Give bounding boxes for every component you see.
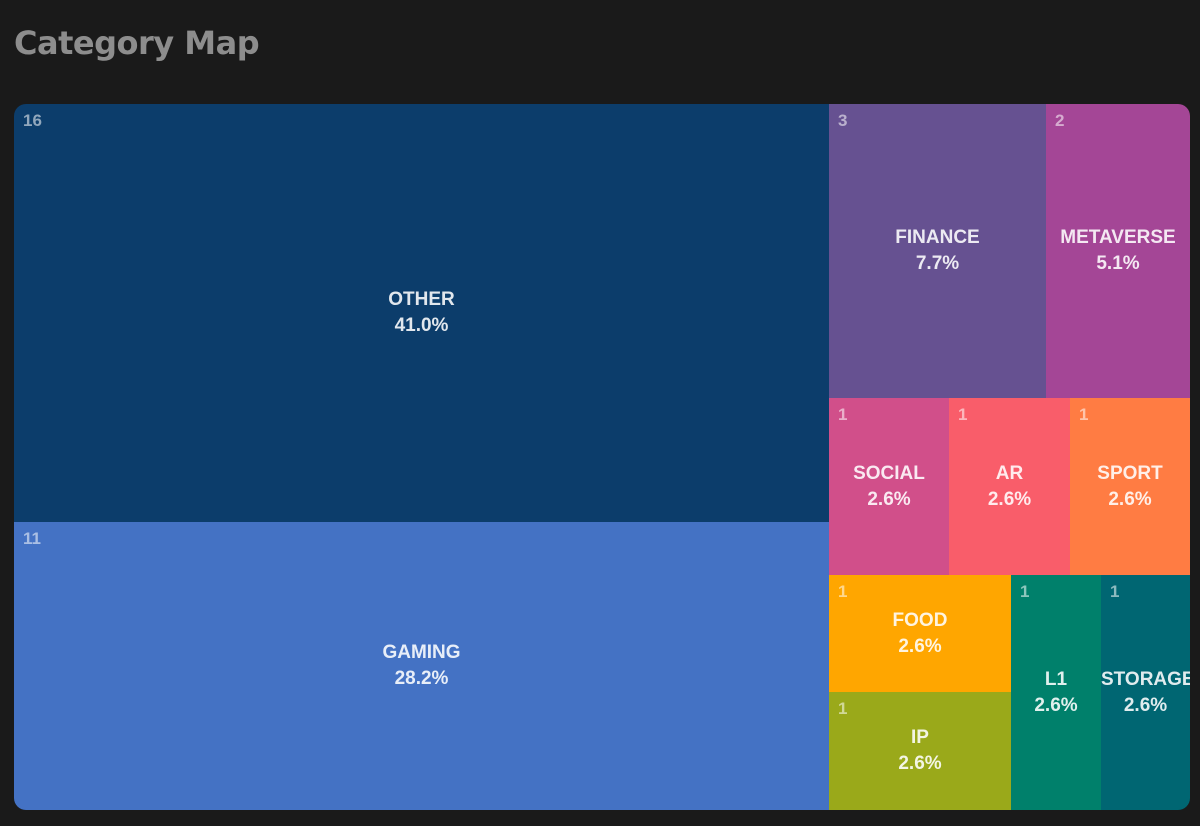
treemap-cell-storage[interactable]: 1 STORAGE 2.6%	[1101, 575, 1190, 810]
cell-count: 3	[838, 111, 848, 130]
treemap-cell-finance[interactable]: 3 FINANCE 7.7%	[829, 104, 1046, 398]
cell-percent: 28.2%	[394, 668, 449, 689]
treemap-cell-ip[interactable]: 1 IP 2.6%	[829, 692, 1011, 810]
cell-name: GAMING	[382, 642, 461, 663]
cell-name: IP	[911, 727, 929, 748]
cell-count: 1	[1020, 582, 1030, 601]
cell-percent: 2.6%	[898, 635, 942, 657]
cell-label: STORAGE 2.6%	[1101, 667, 1190, 719]
cell-label: AR 2.6%	[949, 461, 1070, 513]
cell-count: 1	[958, 405, 968, 424]
cell-count: 11	[23, 529, 41, 548]
cell-name: FOOD	[892, 609, 948, 631]
treemap-cell-other[interactable]: 16 OTHER 41.0%	[14, 104, 829, 522]
treemap-cell-social[interactable]: 1 SOCIAL 2.6%	[829, 398, 949, 575]
treemap-cell-metaverse[interactable]: 2 METAVERSE 5.1%	[1046, 104, 1190, 398]
cell-count: 16	[23, 111, 42, 130]
cell-name: METAVERSE	[1060, 227, 1176, 248]
cell-count: 1	[1110, 582, 1120, 601]
cell-percent: 5.1%	[1096, 253, 1140, 274]
cell-count: 1	[838, 699, 848, 718]
cell-percent: 2.6%	[1123, 694, 1168, 716]
cell-percent: 2.6%	[987, 488, 1032, 510]
page-title: Category Map	[14, 24, 260, 62]
cell-name: STORAGE	[1101, 668, 1190, 690]
cell-label: OTHER 41.0%	[14, 287, 829, 339]
cell-label: FOOD 2.6%	[829, 608, 1011, 660]
cell-percent: 2.6%	[1034, 694, 1078, 716]
cell-name: SPORT	[1097, 462, 1163, 484]
cell-percent: 2.6%	[1108, 488, 1152, 510]
cell-percent: 41.0%	[394, 315, 449, 336]
cell-name: L1	[1044, 668, 1068, 690]
cell-label: GAMING 28.2%	[14, 640, 829, 692]
cell-count: 1	[838, 405, 848, 424]
cell-percent: 2.6%	[898, 753, 942, 774]
cell-label: METAVERSE 5.1%	[1046, 225, 1190, 277]
treemap-cell-food[interactable]: 1 FOOD 2.6%	[829, 575, 1011, 692]
cell-count: 1	[838, 582, 848, 601]
treemap: 16 OTHER 41.0% 11 GAMING 28.2% 3 FINANCE 7.7% 2 ME…	[14, 104, 1190, 810]
treemap-cell-gaming[interactable]: 11 GAMING 28.2%	[14, 522, 829, 810]
cell-count: 1	[1079, 405, 1089, 424]
cell-name: AR	[995, 462, 1024, 484]
treemap-cell-sport[interactable]: 1 SPORT 2.6%	[1070, 398, 1190, 575]
cell-label: SOCIAL 2.6%	[829, 461, 949, 513]
cell-percent: 7.7%	[915, 253, 960, 274]
cell-name: SOCIAL	[853, 462, 925, 484]
cell-percent: 2.6%	[867, 488, 911, 510]
treemap-cell-ar[interactable]: 1 AR 2.6%	[949, 398, 1070, 575]
cell-label: FINANCE 7.7%	[829, 225, 1046, 277]
cell-name: FINANCE	[895, 227, 980, 248]
cell-label: IP 2.6%	[829, 725, 1011, 777]
cell-label: L1 2.6%	[1011, 667, 1101, 719]
cell-count: 2	[1055, 111, 1065, 130]
cell-label: SPORT 2.6%	[1070, 461, 1190, 513]
treemap-cell-l1[interactable]: 1 L1 2.6%	[1011, 575, 1101, 810]
cell-name: OTHER	[388, 289, 455, 310]
